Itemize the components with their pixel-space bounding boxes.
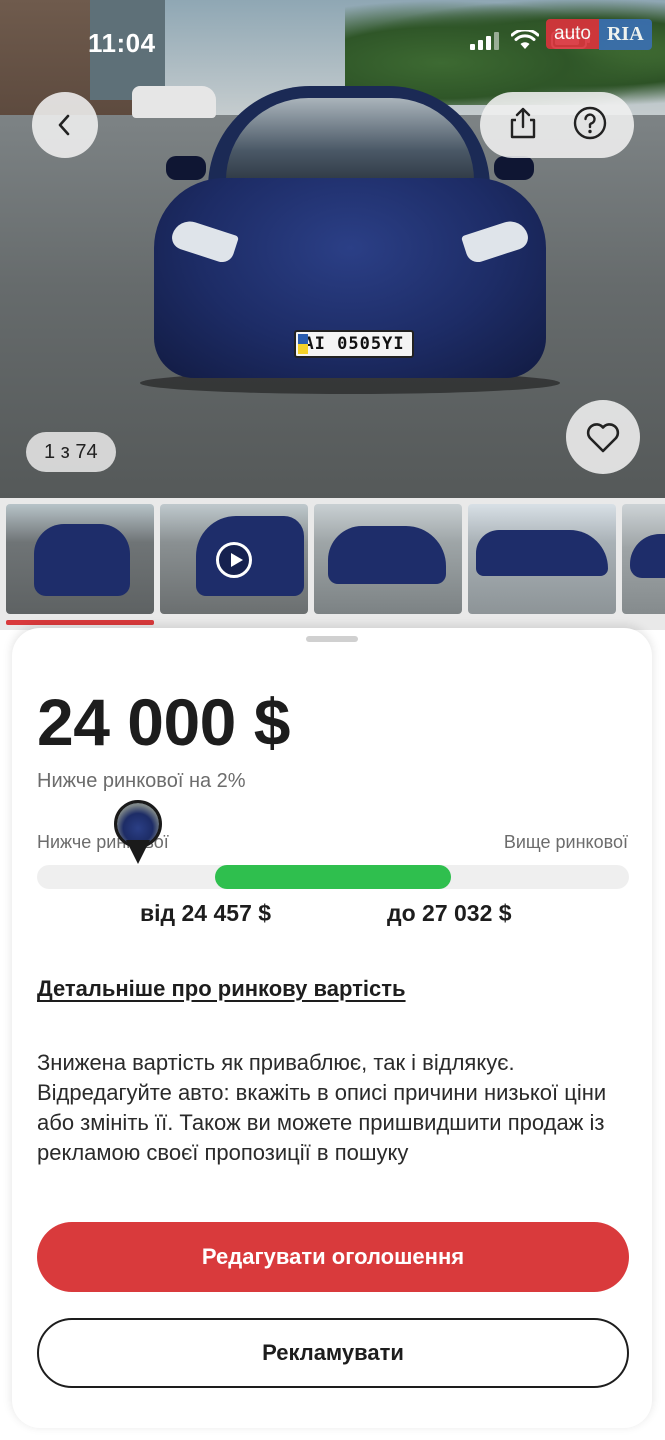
thumbnail-1[interactable] xyxy=(6,504,154,614)
price: 24 000 $ xyxy=(37,685,290,759)
play-icon xyxy=(216,542,252,578)
help-button[interactable] xyxy=(572,105,608,146)
price-marker-pin xyxy=(113,800,164,868)
market-details-link[interactable]: Детальніше про ринкову вартість xyxy=(37,976,406,1002)
wifi-icon xyxy=(510,28,540,50)
range-to: до 27 032 $ xyxy=(387,900,512,926)
watermark-ria: RIA xyxy=(598,18,652,50)
status-time: 11:04 xyxy=(88,28,156,58)
range-label-high: Вище ринкової xyxy=(503,832,628,852)
watermark-auto: auto xyxy=(546,19,599,49)
market-price-band xyxy=(214,865,452,889)
heart-icon xyxy=(586,423,620,453)
thumbnail-4[interactable] xyxy=(468,504,616,614)
active-thumbnail-indicator xyxy=(6,620,154,625)
thumbnail-strip xyxy=(0,498,665,630)
edit-listing-button[interactable]: Редагувати оголошення xyxy=(37,1222,629,1292)
help-icon xyxy=(573,106,607,139)
sheet-handle[interactable] xyxy=(306,636,358,642)
promote-button[interactable]: Рекламувати xyxy=(37,1318,629,1388)
favorite-button[interactable] xyxy=(566,400,640,474)
back-button[interactable] xyxy=(32,92,98,158)
car-windshield xyxy=(226,98,474,186)
thumbnail-5[interactable] xyxy=(622,504,665,614)
share-icon xyxy=(510,107,536,138)
price-marker-tip xyxy=(125,840,150,864)
autoria-watermark: auto RIA xyxy=(546,12,652,56)
signal-icon xyxy=(470,30,499,50)
thumbnail-3[interactable] xyxy=(314,504,462,614)
photo-counter: 1 з 74 xyxy=(26,432,116,472)
price-sheet: 24 000 $ Нижче ринкової на 2% Нижче ринк… xyxy=(12,628,652,1428)
market-price-track xyxy=(37,865,629,889)
hero-photo[interactable]: AI 0505YI xyxy=(0,0,665,498)
car-mirror-left xyxy=(166,156,206,180)
license-plate: AI 0505YI xyxy=(294,330,414,358)
range-from: від 24 457 $ xyxy=(140,900,272,926)
car-mirror-right xyxy=(494,156,534,180)
chevron-left-icon xyxy=(58,114,70,136)
photo-actions xyxy=(480,92,634,158)
thumbnail-video[interactable] xyxy=(160,504,308,614)
share-button[interactable] xyxy=(506,106,540,145)
market-note: Нижче ринкової на 2% xyxy=(37,770,246,792)
price-advice-text: Знижена вартість як приваблює, так і від… xyxy=(37,1050,607,1165)
